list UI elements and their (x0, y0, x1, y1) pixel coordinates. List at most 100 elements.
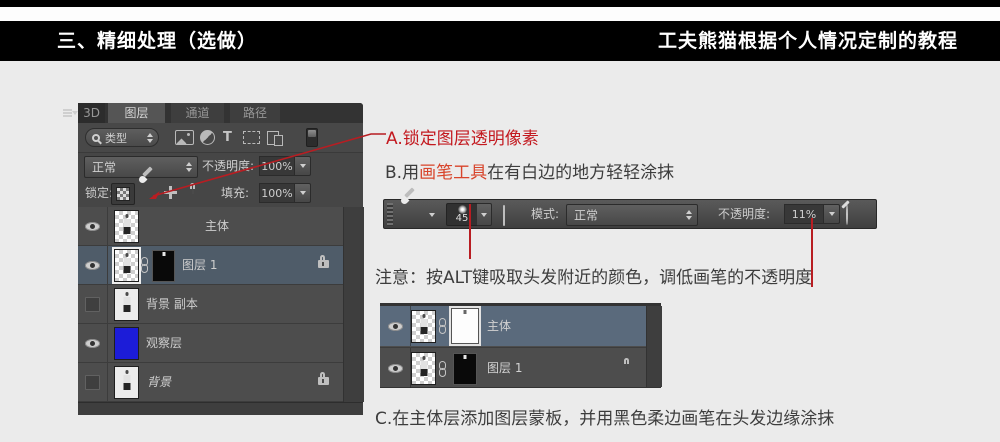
layer-name: 观察层 (146, 336, 183, 350)
layer-name: 背景 (147, 375, 172, 389)
section-title: 三、精细处理（选做） (57, 30, 258, 52)
filter-type-layers-button[interactable]: T (223, 123, 232, 152)
annotation-b-suffix: 在有白边的地方轻轻涂抹 (487, 163, 675, 183)
filter-toggle-switch[interactable] (306, 123, 318, 152)
layer-name: 图层 1 (487, 361, 523, 375)
mask-link-icon[interactable] (439, 318, 446, 334)
brush-panel-icon (503, 205, 505, 226)
annotation-b: B.用画笔工具在有白边的地方轻轻涂抹 (385, 158, 674, 183)
brush-preset-dropdown-button[interactable] (477, 203, 492, 226)
fill-dropdown-button[interactable] (295, 183, 311, 203)
shape-layer-icon (243, 131, 260, 144)
eye-icon (85, 221, 100, 231)
tab-paths[interactable]: 路径 (230, 103, 280, 123)
layer-mask-thumbnail[interactable] (453, 353, 477, 385)
annotation-c: C.在主体层添加图层蒙板，并用黑色柔边画笔在头发边缘涂抹 (375, 409, 835, 429)
layers-panel: 3D 图层 通道 路径 类型 T 正常 不透明度: 100% 锁定: 填充: 1… (78, 103, 364, 415)
brush-tool-dropdown-arrow[interactable] (429, 213, 435, 217)
lock-icon (318, 255, 329, 268)
opacity-dropdown-button[interactable] (295, 156, 311, 176)
layer-row-zhuti[interactable]: 主体 (78, 207, 343, 246)
mode-value: 正常 (574, 208, 599, 223)
updown-arrows-icon (686, 210, 692, 220)
layer-thumbnail[interactable] (411, 352, 436, 385)
toggle-brush-panel-button[interactable] (503, 205, 505, 226)
layer-row-beijing-fuben[interactable]: 背景 副本 (78, 285, 343, 324)
layer-thumbnail[interactable] (114, 366, 139, 399)
lock-row: 锁定: 填充: 100% (78, 181, 363, 207)
layer-mask-thumbnail[interactable] (451, 308, 479, 344)
lock-icon (318, 372, 329, 385)
airbrush-button[interactable] (846, 204, 848, 225)
opacity-value-field[interactable]: 100% (259, 156, 295, 176)
top-black-strip (0, 0, 1000, 7)
hidden-eye-checkbox (85, 296, 100, 312)
visibility-toggle[interactable] (78, 246, 108, 284)
top-white-gap (0, 7, 1000, 21)
layer-thumbnail[interactable] (114, 327, 139, 360)
image-layer-icon (175, 130, 194, 145)
layer-thumbnail[interactable] (411, 310, 436, 343)
figure-silhouette (419, 314, 428, 340)
annotation-b-prefix: B.用 (385, 163, 420, 183)
layer-row-tuceng1[interactable]: 图层 1 (78, 246, 343, 285)
layer-name: 主体 (487, 319, 512, 333)
credit-text: 工夫熊猫根据个人情况定制的教程 (657, 30, 958, 52)
brush-options-bar: 45 模式: 正常 不透明度: 11% (383, 199, 877, 229)
mini-layer-row-zhuti[interactable]: 主体 (380, 306, 646, 346)
eye-icon (85, 260, 100, 270)
layer-thumbnail[interactable] (114, 249, 139, 282)
layer-name: 主体 (205, 219, 230, 233)
visibility-toggle[interactable] (78, 324, 108, 362)
panel-scroll-gutter[interactable] (343, 207, 364, 402)
panel-tab-bar: 3D 图层 通道 路径 (78, 103, 363, 123)
mode-label: 模式: (531, 207, 560, 221)
hidden-eye-checkbox (85, 374, 100, 390)
note-line: 注意：按ALT键吸取头发附近的颜色，调低画笔的不透明度 (375, 268, 813, 288)
text-tool-icon: T (223, 130, 232, 145)
lock-transparent-pixels-button[interactable] (111, 183, 135, 205)
updown-arrows-icon (147, 132, 153, 143)
fill-value-field[interactable]: 100% (259, 183, 295, 203)
adjustment-layer-icon (200, 130, 215, 145)
layer-row-beijing[interactable]: 背景 (78, 363, 343, 402)
brush-opacity-label: 不透明度: (718, 207, 771, 221)
brush-opacity-value-field[interactable]: 11% (784, 204, 824, 224)
title-bar: 三、精细处理（选做） 工夫熊猫根据个人情况定制的教程 (0, 21, 1000, 61)
mask-link-icon[interactable] (141, 257, 148, 273)
mini-layer-row-tuceng1[interactable]: 图层 1 (380, 347, 646, 388)
filter-switch-icon (306, 128, 318, 147)
updown-arrows-icon (186, 162, 192, 172)
visibility-toggle[interactable] (78, 363, 108, 401)
eye-icon (387, 321, 403, 331)
airbrush-icon (846, 204, 848, 225)
figure-silhouette (122, 370, 131, 396)
opacity-label: 不透明度: (202, 159, 255, 173)
layer-row-guanchaceng[interactable]: 观察层 (78, 324, 343, 363)
layer-thumbnail[interactable] (114, 210, 139, 243)
tab-layers[interactable]: 图层 (108, 103, 165, 123)
filter-smart-objects-button[interactable] (267, 123, 283, 152)
visibility-toggle[interactable] (380, 306, 411, 346)
filter-adjustment-layers-button[interactable] (200, 123, 215, 152)
toolbar-grip[interactable] (387, 203, 393, 226)
tab-3d[interactable]: 3D (78, 103, 105, 123)
layer-mask-thumbnail[interactable] (152, 250, 175, 282)
mask-link-icon[interactable] (439, 361, 446, 377)
figure-silhouette (122, 253, 131, 279)
visibility-toggle[interactable] (380, 348, 411, 388)
filter-shape-layers-button[interactable] (243, 123, 260, 152)
layer-thumbnail[interactable] (114, 288, 139, 321)
tab-channels[interactable]: 通道 (171, 103, 224, 123)
filter-type-dropdown[interactable]: 类型 (85, 128, 159, 147)
visibility-toggle[interactable] (78, 285, 108, 323)
brush-preset-picker[interactable]: 45 (446, 203, 478, 226)
tutorial-page: 三、精细处理（选做） 工夫熊猫根据个人情况定制的教程 3D 图层 通道 路径 类… (0, 0, 1000, 442)
filter-pixel-layers-button[interactable] (175, 123, 194, 152)
mini-panel-scroll-gutter[interactable] (646, 306, 662, 387)
visibility-toggle[interactable] (78, 207, 108, 245)
filter-row: 类型 T (78, 123, 363, 153)
annotation-a: A.锁定图层透明像素 (386, 129, 539, 149)
brush-opacity-dropdown-button[interactable] (824, 204, 840, 224)
mode-dropdown[interactable]: 正常 (566, 204, 698, 226)
